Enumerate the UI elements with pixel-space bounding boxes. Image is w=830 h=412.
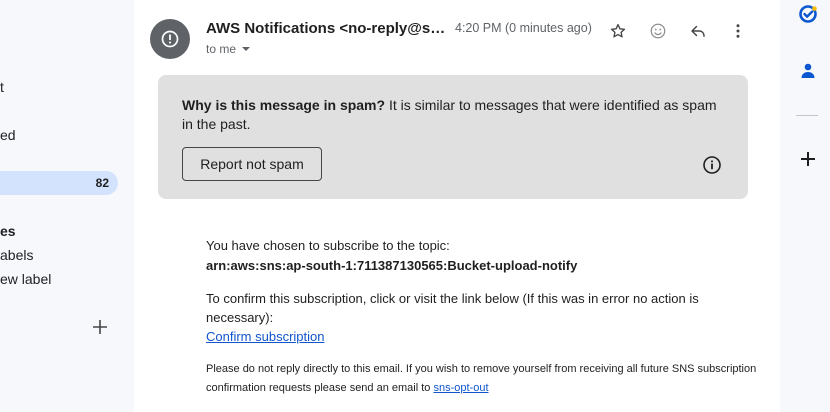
add-label-plus-icon[interactable] [92, 318, 108, 338]
message-timestamp: 4:20 PM (0 minutes ago) [455, 21, 592, 35]
labels-heading: es [0, 223, 16, 239]
sender-avatar [150, 19, 190, 59]
spam-explanation: Why is this message in spam? It is simil… [182, 96, 722, 134]
star-icon[interactable] [606, 19, 630, 43]
topic-arn: arn:aws:sns:ap-south-1:711387130565:Buck… [206, 258, 578, 273]
subscribe-line: You have chosen to subscribe to the topi… [206, 238, 450, 253]
sidebar-item-partial-1[interactable]: t [0, 79, 4, 95]
reply-icon[interactable] [686, 19, 710, 43]
rail-divider [796, 115, 818, 116]
sidebar: t ed 82 es abels ew label [0, 0, 134, 412]
sidebar-item-partial-2[interactable]: ed [0, 127, 16, 143]
create-new-label-link[interactable]: ew label [0, 271, 51, 287]
recipient-label: to me [206, 42, 237, 56]
info-icon[interactable] [702, 155, 722, 175]
manage-labels-link[interactable]: abels [0, 247, 33, 263]
confirm-subscription-link[interactable]: Confirm subscription [206, 329, 325, 344]
spam-count-badge: 82 [95, 176, 109, 190]
spam-question: Why is this message in spam? [182, 97, 386, 113]
sender-name[interactable]: AWS Notifications <no-reply@sns.amazonaw… [206, 20, 450, 37]
add-app-icon[interactable] [798, 149, 818, 169]
confirm-instructions: To confirm this subscription, click or v… [206, 291, 699, 325]
recipient-details[interactable]: to me [206, 42, 251, 56]
tasks-icon[interactable] [798, 4, 818, 24]
spam-warning-banner: Why is this message in spam? It is simil… [158, 75, 748, 199]
emoji-icon[interactable] [646, 19, 670, 43]
footer-note: Please do not reply directly to this ema… [206, 360, 766, 398]
contacts-icon[interactable] [798, 61, 818, 81]
message-view: AWS Notifications <no-reply@sns.amazonaw… [134, 0, 780, 412]
report-not-spam-button[interactable]: Report not spam [182, 147, 322, 181]
sidebar-item-spam-active[interactable]: 82 [0, 171, 118, 195]
alert-circle-icon [161, 30, 179, 48]
side-panel-rail [780, 0, 830, 412]
dropdown-arrow-icon [242, 47, 251, 51]
sns-opt-out-link[interactable]: sns-opt-out [433, 382, 488, 394]
more-vert-icon[interactable] [726, 19, 750, 43]
